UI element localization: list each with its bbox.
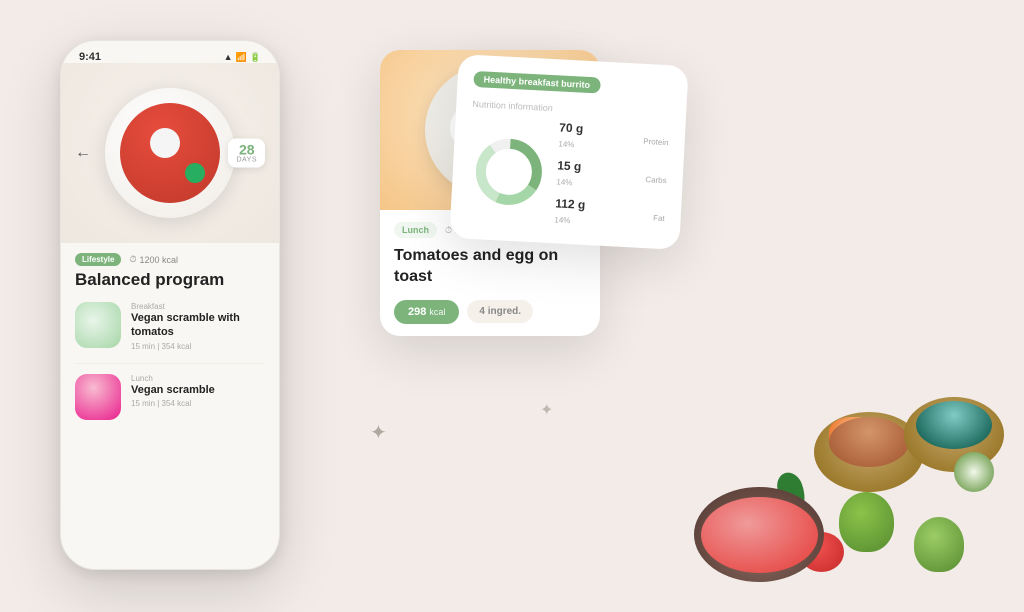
nutrition-info-title: Nutrition information: [472, 99, 670, 119]
days-number: 28: [236, 143, 257, 157]
carbs-value: 15 g: [557, 159, 582, 172]
phone-status-bar: 9:41 ▲ 📶 🔋: [61, 41, 279, 63]
nutrition-chart-area: 70 g 14% Protein 15 g 14% Carbs 112 g 14…: [466, 117, 669, 233]
meal-thumbnail-2: [75, 374, 121, 420]
sparkle-decoration-2: ✦: [540, 400, 553, 420]
food-plate: [105, 88, 235, 218]
fat-pct: 14%: [554, 215, 570, 225]
days-counter: 28 DAYS: [228, 139, 265, 168]
food-card-title: Tomatoes and egg on toast: [394, 246, 586, 288]
meal-meta-2: 15 min | 354 kcal: [131, 399, 265, 408]
meal-info-1: Breakfast Vegan scramble with tomatos 15…: [131, 302, 265, 351]
ingredients-label: ingred.: [488, 306, 521, 317]
program-kcal: ⏱ 1200 kcal: [129, 254, 178, 265]
meal-name-2: Vegan scramble: [131, 383, 265, 397]
signal-icon: ▲: [224, 52, 233, 62]
wifi-icon: 📶: [236, 52, 247, 63]
nutrition-header: Healthy breakfast burrito: [473, 71, 672, 97]
food-card-stats: 298 kcal 4 ingred.: [394, 300, 586, 324]
fat-label: Fat: [653, 213, 665, 223]
nutrition-badge: Healthy breakfast burrito: [473, 71, 600, 94]
kcal-pill: 298 kcal: [394, 300, 459, 324]
divider: [75, 363, 265, 364]
phone-content: Lifestyle ⏱ 1200 kcal Balanced program B…: [61, 243, 279, 442]
background-food-decoration: [694, 292, 1024, 612]
food-tag-lunch: Lunch: [394, 222, 437, 238]
meal-thumbnail-1: [75, 302, 121, 348]
kiwi-fruit: [954, 452, 994, 492]
meal-item-2[interactable]: Lunch Vegan scramble 15 min | 354 kcal: [75, 374, 265, 420]
chicken-piece: [829, 417, 889, 457]
meal-info-2: Lunch Vegan scramble 15 min | 354 kcal: [131, 374, 265, 408]
protein-item: 70 g 14% Protein: [558, 121, 669, 157]
carbs-label: Carbs: [645, 175, 667, 185]
battery-icon: 🔋: [250, 52, 261, 63]
fat-item: 112 g 14% Fat: [554, 197, 665, 233]
kcal-value: 298: [408, 306, 426, 318]
back-button[interactable]: ←: [75, 144, 91, 162]
plate-food-item: [120, 103, 220, 203]
protein-label: Protein: [643, 136, 669, 146]
kcal-unit: kcal: [429, 307, 445, 317]
program-title: Balanced program: [75, 270, 265, 290]
carbs-pct: 14%: [556, 177, 572, 187]
phone-time: 9:41: [79, 51, 101, 63]
meal-category-1: Breakfast: [131, 302, 265, 311]
sparkle-decoration-1: ✦: [370, 420, 387, 445]
protein-value: 70 g: [559, 121, 584, 134]
phone-status-icons: ▲ 📶 🔋: [224, 52, 261, 63]
phone-mockup: 9:41 ▲ 📶 🔋 ← 28 DAYS Lifestyle ⏱ 1200 kc…: [60, 40, 280, 570]
fat-value: 112 g: [555, 197, 586, 211]
meal-meta-1: 15 min | 354 kcal: [131, 342, 265, 351]
carbs-item: 15 g 14% Carbs: [556, 159, 667, 195]
lifestyle-badge: Lifestyle: [75, 253, 121, 266]
meal-name-1: Vegan scramble with tomatos: [131, 311, 265, 340]
meal-category-2: Lunch: [131, 374, 265, 383]
nutrition-values: 70 g 14% Protein 15 g 14% Carbs 112 g 14…: [554, 121, 669, 233]
program-meta: Lifestyle ⏱ 1200 kcal: [75, 253, 265, 266]
ingredients-pill: 4 ingred.: [467, 300, 533, 323]
nutrition-card: Healthy breakfast burrito Nutrition info…: [449, 54, 688, 250]
kcal-text: 1200 kcal: [140, 255, 179, 265]
protein-pct: 14%: [558, 139, 574, 149]
apple-1: [839, 492, 894, 552]
ingredients-count: 4: [479, 306, 485, 317]
nutrition-donut-chart: [467, 130, 551, 214]
phone-hero-image: ← 28 DAYS: [61, 63, 279, 243]
clock-icon: ⏱: [129, 254, 136, 265]
salad-bowl: [694, 487, 824, 582]
apple-2: [914, 517, 964, 572]
back-icon: ←: [75, 144, 91, 161]
meal-item-1[interactable]: Breakfast Vegan scramble with tomatos 15…: [75, 302, 265, 351]
days-label: DAYS: [236, 157, 257, 164]
